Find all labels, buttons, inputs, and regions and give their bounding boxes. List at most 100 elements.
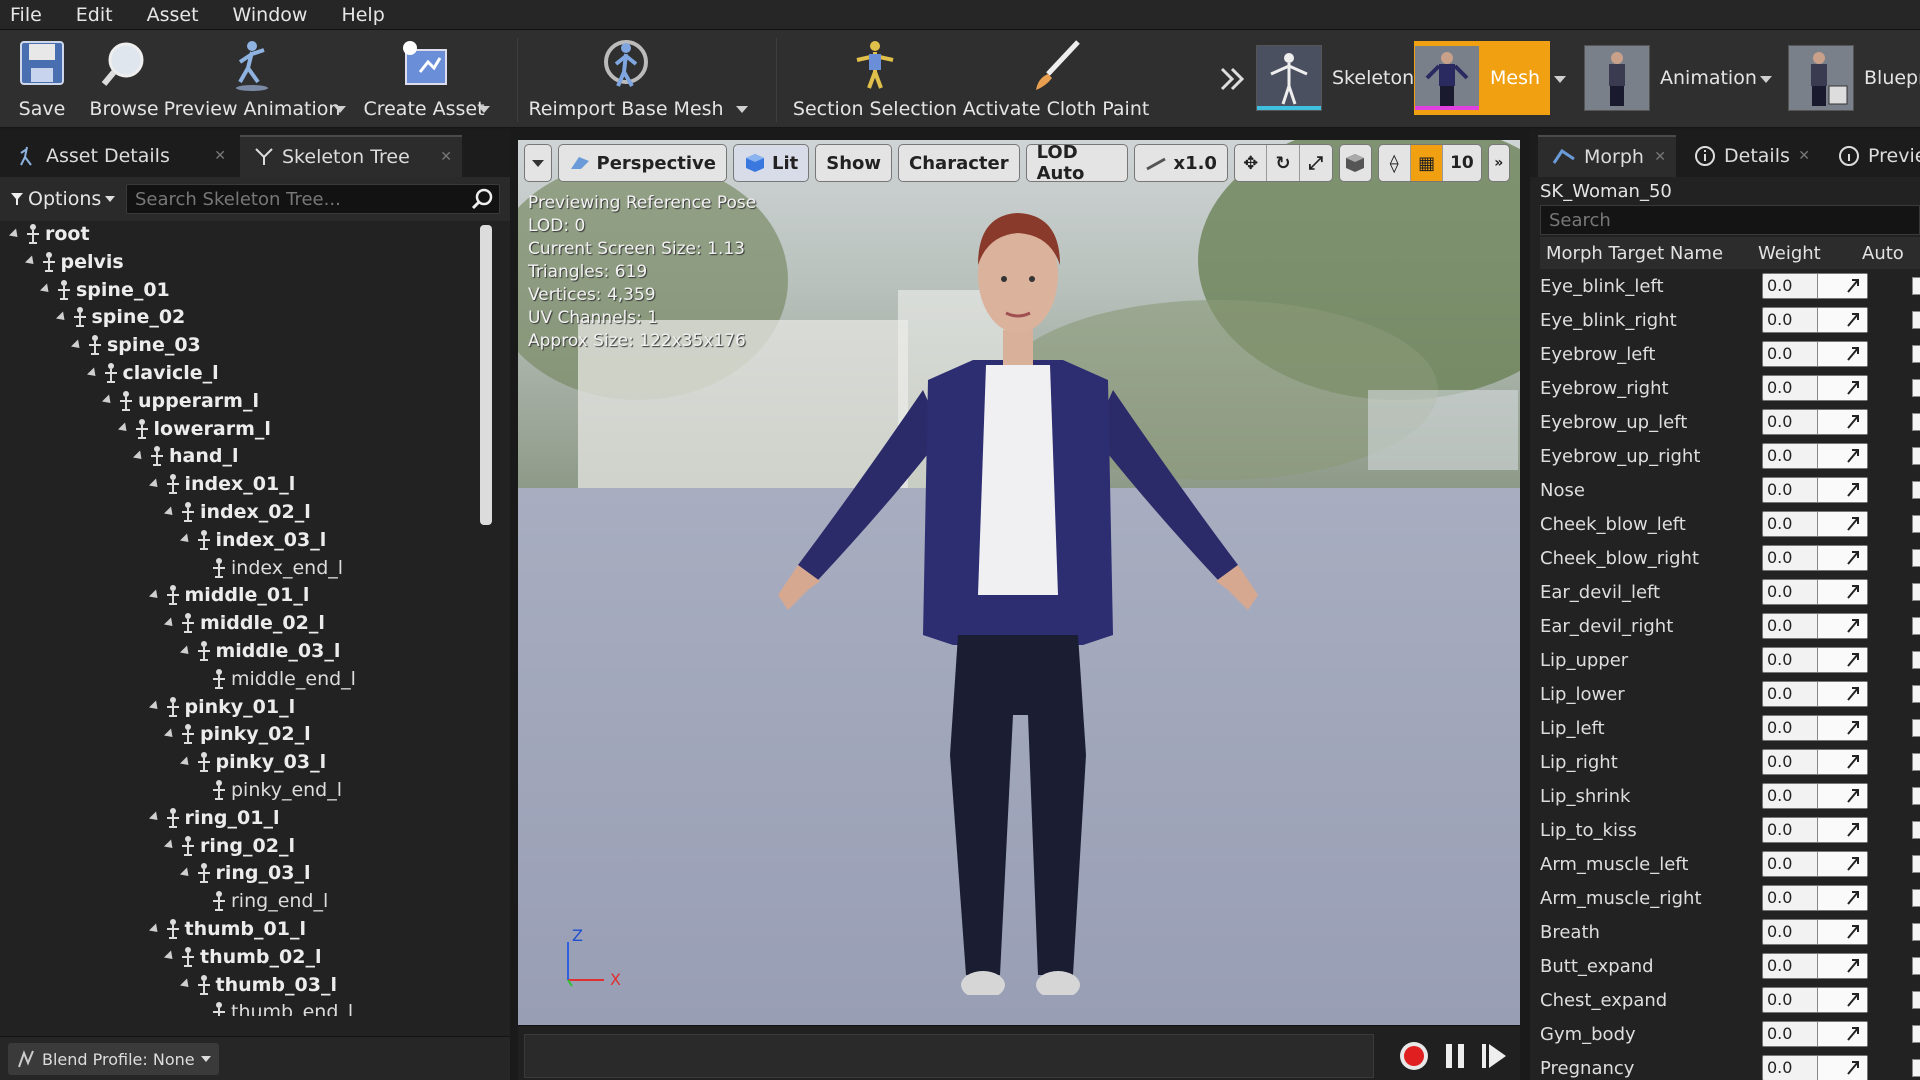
weight-input[interactable]: 0.0 <box>1762 307 1868 333</box>
column-header[interactable]: Weight <box>1758 243 1862 264</box>
browse-button[interactable]: Browse <box>88 34 160 124</box>
tab-preview[interactable]: Previe <box>1824 135 1920 177</box>
tree-node[interactable]: ring_end_l <box>196 888 328 914</box>
weight-input[interactable]: 0.0 <box>1762 987 1868 1013</box>
expand-arrow-icon[interactable] <box>8 227 22 241</box>
slider-handle[interactable] <box>1817 546 1867 570</box>
tree-node[interactable]: clavicle_l <box>86 360 219 386</box>
menu-window[interactable]: Window <box>233 4 308 26</box>
tab-details[interactable]: Details ✕ <box>1680 135 1820 177</box>
menu-edit[interactable]: Edit <box>76 4 113 26</box>
viewport-options-button[interactable] <box>524 144 552 182</box>
slider-handle[interactable] <box>1817 886 1867 910</box>
weight-input[interactable]: 0.0 <box>1762 783 1868 809</box>
expand-arrow-icon[interactable] <box>24 255 37 268</box>
morph-target-row[interactable]: Lip_shrink 0.0 <box>1540 779 1920 813</box>
expand-arrow-icon[interactable] <box>55 311 68 324</box>
tree-node[interactable]: hand_l <box>132 443 239 469</box>
expand-arrow-icon[interactable] <box>101 394 115 407</box>
tree-node[interactable]: thumb_end_l <box>196 999 353 1016</box>
close-icon[interactable]: ✕ <box>1654 149 1666 165</box>
menu-help[interactable]: Help <box>341 4 384 26</box>
morph-target-row[interactable]: Chest_expand 0.0 <box>1540 983 1920 1017</box>
slider-handle[interactable] <box>1817 852 1867 876</box>
weight-input[interactable]: 0.0 <box>1762 409 1868 435</box>
auto-checkbox[interactable] <box>1912 277 1920 295</box>
slider-handle[interactable] <box>1817 1056 1867 1080</box>
expand-arrow-icon[interactable] <box>117 422 130 435</box>
viewport-expand-button[interactable]: » <box>1487 144 1510 182</box>
auto-checkbox[interactable] <box>1912 447 1920 465</box>
morph-target-row[interactable]: Nose 0.0 <box>1540 473 1920 507</box>
tree-node[interactable]: index_02_l <box>163 499 311 525</box>
tree-node[interactable]: middle_01_l <box>148 582 309 608</box>
expand-arrow-icon[interactable] <box>179 533 192 546</box>
slider-handle[interactable] <box>1817 376 1867 400</box>
create-asset-dropdown-icon[interactable] <box>478 106 490 113</box>
morph-target-row[interactable]: Eyebrow_right 0.0 <box>1540 371 1920 405</box>
morph-target-row[interactable]: Lip_to_kiss 0.0 <box>1540 813 1920 847</box>
auto-checkbox[interactable] <box>1912 719 1920 737</box>
save-button[interactable]: Save <box>10 34 74 124</box>
lod-button[interactable]: LOD Auto <box>1025 142 1129 184</box>
morph-target-row[interactable]: Cheek_blow_left 0.0 <box>1540 507 1920 541</box>
tree-node[interactable]: middle_02_l <box>163 610 325 636</box>
slider-handle[interactable] <box>1817 274 1867 298</box>
slider-handle[interactable] <box>1817 716 1867 740</box>
weight-input[interactable]: 0.0 <box>1762 1055 1868 1080</box>
tree-node[interactable]: pinky_01_l <box>148 694 295 720</box>
blend-profile-dropdown[interactable]: Blend Profile: None <box>8 1043 219 1075</box>
grid-value[interactable]: 10 <box>1443 145 1480 181</box>
close-icon[interactable]: ✕ <box>214 148 226 164</box>
slider-handle[interactable] <box>1817 682 1867 706</box>
column-header[interactable]: Morph Target Name <box>1540 243 1758 264</box>
expand-arrow-icon[interactable] <box>163 505 177 519</box>
tree-node[interactable]: ring_01_l <box>148 805 279 831</box>
weight-input[interactable]: 0.0 <box>1762 443 1868 469</box>
auto-checkbox[interactable] <box>1912 753 1920 771</box>
local-world-toggle[interactable] <box>1338 144 1372 182</box>
slider-handle[interactable] <box>1817 1022 1867 1046</box>
tree-node[interactable]: index_end_l <box>196 555 343 581</box>
expand-arrow-icon[interactable] <box>132 450 146 463</box>
auto-checkbox[interactable] <box>1912 311 1920 329</box>
playback-speed-button[interactable]: x1.0 <box>1134 144 1228 182</box>
expand-arrow-icon[interactable] <box>163 617 177 630</box>
weight-input[interactable]: 0.0 <box>1762 885 1868 911</box>
morph-target-row[interactable]: Eye_blink_right 0.0 <box>1540 303 1920 337</box>
tree-node[interactable]: index_01_l <box>148 471 295 497</box>
show-button[interactable]: Show <box>815 144 893 182</box>
tree-node[interactable]: spine_01 <box>39 277 170 303</box>
auto-checkbox[interactable] <box>1912 855 1920 873</box>
column-header[interactable]: Auto <box>1862 243 1904 264</box>
weight-input[interactable]: 0.0 <box>1762 511 1868 537</box>
tree-node[interactable]: thumb_03_l <box>179 972 337 998</box>
slider-handle[interactable] <box>1817 920 1867 944</box>
auto-checkbox[interactable] <box>1912 923 1920 941</box>
section-selection-button[interactable]: Section Selection <box>793 34 957 124</box>
auto-checkbox[interactable] <box>1912 957 1920 975</box>
slider-handle[interactable] <box>1817 342 1867 366</box>
auto-checkbox[interactable] <box>1912 379 1920 397</box>
viewport[interactable]: Perspective Lit Show Character LOD Auto … <box>518 140 1520 1025</box>
morph-target-row[interactable]: Arm_muscle_right 0.0 <box>1540 881 1920 915</box>
slider-handle[interactable] <box>1817 818 1867 842</box>
expand-arrow-icon[interactable] <box>179 978 192 991</box>
step-forward-icon[interactable] <box>1480 1040 1508 1072</box>
slider-handle[interactable] <box>1817 512 1867 536</box>
weight-input[interactable]: 0.0 <box>1762 851 1868 877</box>
menu-asset[interactable]: Asset <box>147 4 199 26</box>
expand-arrow-icon[interactable] <box>148 922 161 936</box>
expand-arrow-icon[interactable] <box>163 950 177 963</box>
expand-arrow-icon[interactable] <box>179 644 192 658</box>
morph-target-row[interactable]: Pregnancy 0.0 <box>1540 1051 1920 1080</box>
close-icon[interactable]: ✕ <box>1798 148 1810 164</box>
weight-input[interactable]: 0.0 <box>1762 341 1868 367</box>
scale-icon[interactable]: ⤢ <box>1300 145 1332 181</box>
morph-target-row[interactable]: Ear_devil_right 0.0 <box>1540 609 1920 643</box>
tree-node[interactable]: spine_02 <box>55 304 185 330</box>
mode-skeleton[interactable]: Skeleton <box>1256 42 1414 114</box>
rotate-icon[interactable]: ↻ <box>1267 145 1300 181</box>
morph-target-row[interactable]: Eyebrow_up_left 0.0 <box>1540 405 1920 439</box>
auto-checkbox[interactable] <box>1912 1059 1920 1077</box>
